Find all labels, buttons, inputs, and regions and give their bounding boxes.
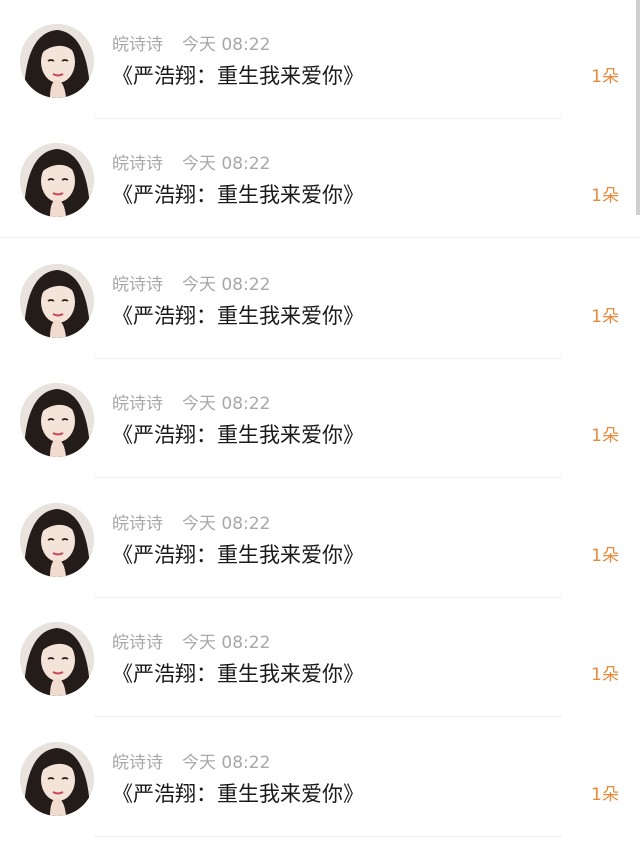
list-item[interactable]: 皖诗诗 今天 08:22 《严浩翔：重生我来爱你》 1朵 — [0, 359, 640, 478]
book-title[interactable]: 《严浩翔：重生我来爱你》 — [112, 421, 364, 449]
avatar[interactable] — [20, 264, 94, 338]
timestamp: 今天 08:22 — [182, 514, 271, 534]
sender-name: 皖诗诗 — [112, 35, 163, 55]
flower-count: 1朵 — [591, 665, 619, 685]
book-title[interactable]: 《严浩翔：重生我来爱你》 — [112, 660, 364, 688]
flower-count: 1朵 — [591, 186, 619, 206]
book-title[interactable]: 《严浩翔：重生我来爱你》 — [112, 541, 364, 569]
divider — [94, 836, 562, 837]
avatar[interactable] — [20, 143, 94, 217]
book-title[interactable]: 《严浩翔：重生我来爱你》 — [112, 780, 364, 808]
sender-name: 皖诗诗 — [112, 633, 163, 653]
divider — [94, 477, 562, 478]
avatar[interactable] — [20, 383, 94, 457]
avatar[interactable] — [20, 503, 94, 577]
avatar[interactable] — [20, 24, 94, 98]
book-title[interactable]: 《严浩翔：重生我来爱你》 — [112, 181, 364, 209]
flower-count: 1朵 — [591, 785, 619, 805]
list-item[interactable]: 皖诗诗 今天 08:22 《严浩翔：重生我来爱你》 1朵 — [0, 119, 640, 238]
sender-name: 皖诗诗 — [112, 154, 163, 174]
timestamp: 今天 08:22 — [182, 275, 271, 295]
divider — [0, 237, 640, 238]
timestamp: 今天 08:22 — [182, 154, 271, 174]
flower-count: 1朵 — [591, 426, 619, 446]
flower-count: 1朵 — [591, 307, 619, 327]
avatar[interactable] — [20, 622, 94, 696]
list-item[interactable]: 皖诗诗 今天 08:22 《严浩翔：重生我来爱你》 1朵 — [0, 240, 640, 359]
scrollbar[interactable] — [636, 0, 640, 215]
book-title[interactable]: 《严浩翔：重生我来爱你》 — [112, 62, 364, 90]
flower-count: 1朵 — [591, 546, 619, 566]
gift-record-list: 皖诗诗 今天 08:22 《严浩翔：重生我来爱你》 1朵 皖诗诗 今天 08:2… — [0, 0, 640, 843]
timestamp: 今天 08:22 — [182, 394, 271, 414]
list-item[interactable]: 皖诗诗 今天 08:22 《严浩翔：重生我来爱你》 1朵 — [0, 0, 640, 119]
timestamp: 今天 08:22 — [182, 753, 271, 773]
sender-name: 皖诗诗 — [112, 275, 163, 295]
sender-name: 皖诗诗 — [112, 514, 163, 534]
flower-count: 1朵 — [591, 67, 619, 87]
book-title[interactable]: 《严浩翔：重生我来爱你》 — [112, 302, 364, 330]
list-item[interactable]: 皖诗诗 今天 08:22 《严浩翔：重生我来爱你》 1朵 — [0, 598, 640, 717]
avatar[interactable] — [20, 742, 94, 816]
timestamp: 今天 08:22 — [182, 35, 271, 55]
timestamp: 今天 08:22 — [182, 633, 271, 653]
divider — [94, 716, 562, 717]
sender-name: 皖诗诗 — [112, 394, 163, 414]
sender-name: 皖诗诗 — [112, 753, 163, 773]
list-item[interactable]: 皖诗诗 今天 08:22 《严浩翔：重生我来爱你》 1朵 — [0, 718, 640, 837]
list-item[interactable]: 皖诗诗 今天 08:22 《严浩翔：重生我来爱你》 1朵 — [0, 479, 640, 598]
